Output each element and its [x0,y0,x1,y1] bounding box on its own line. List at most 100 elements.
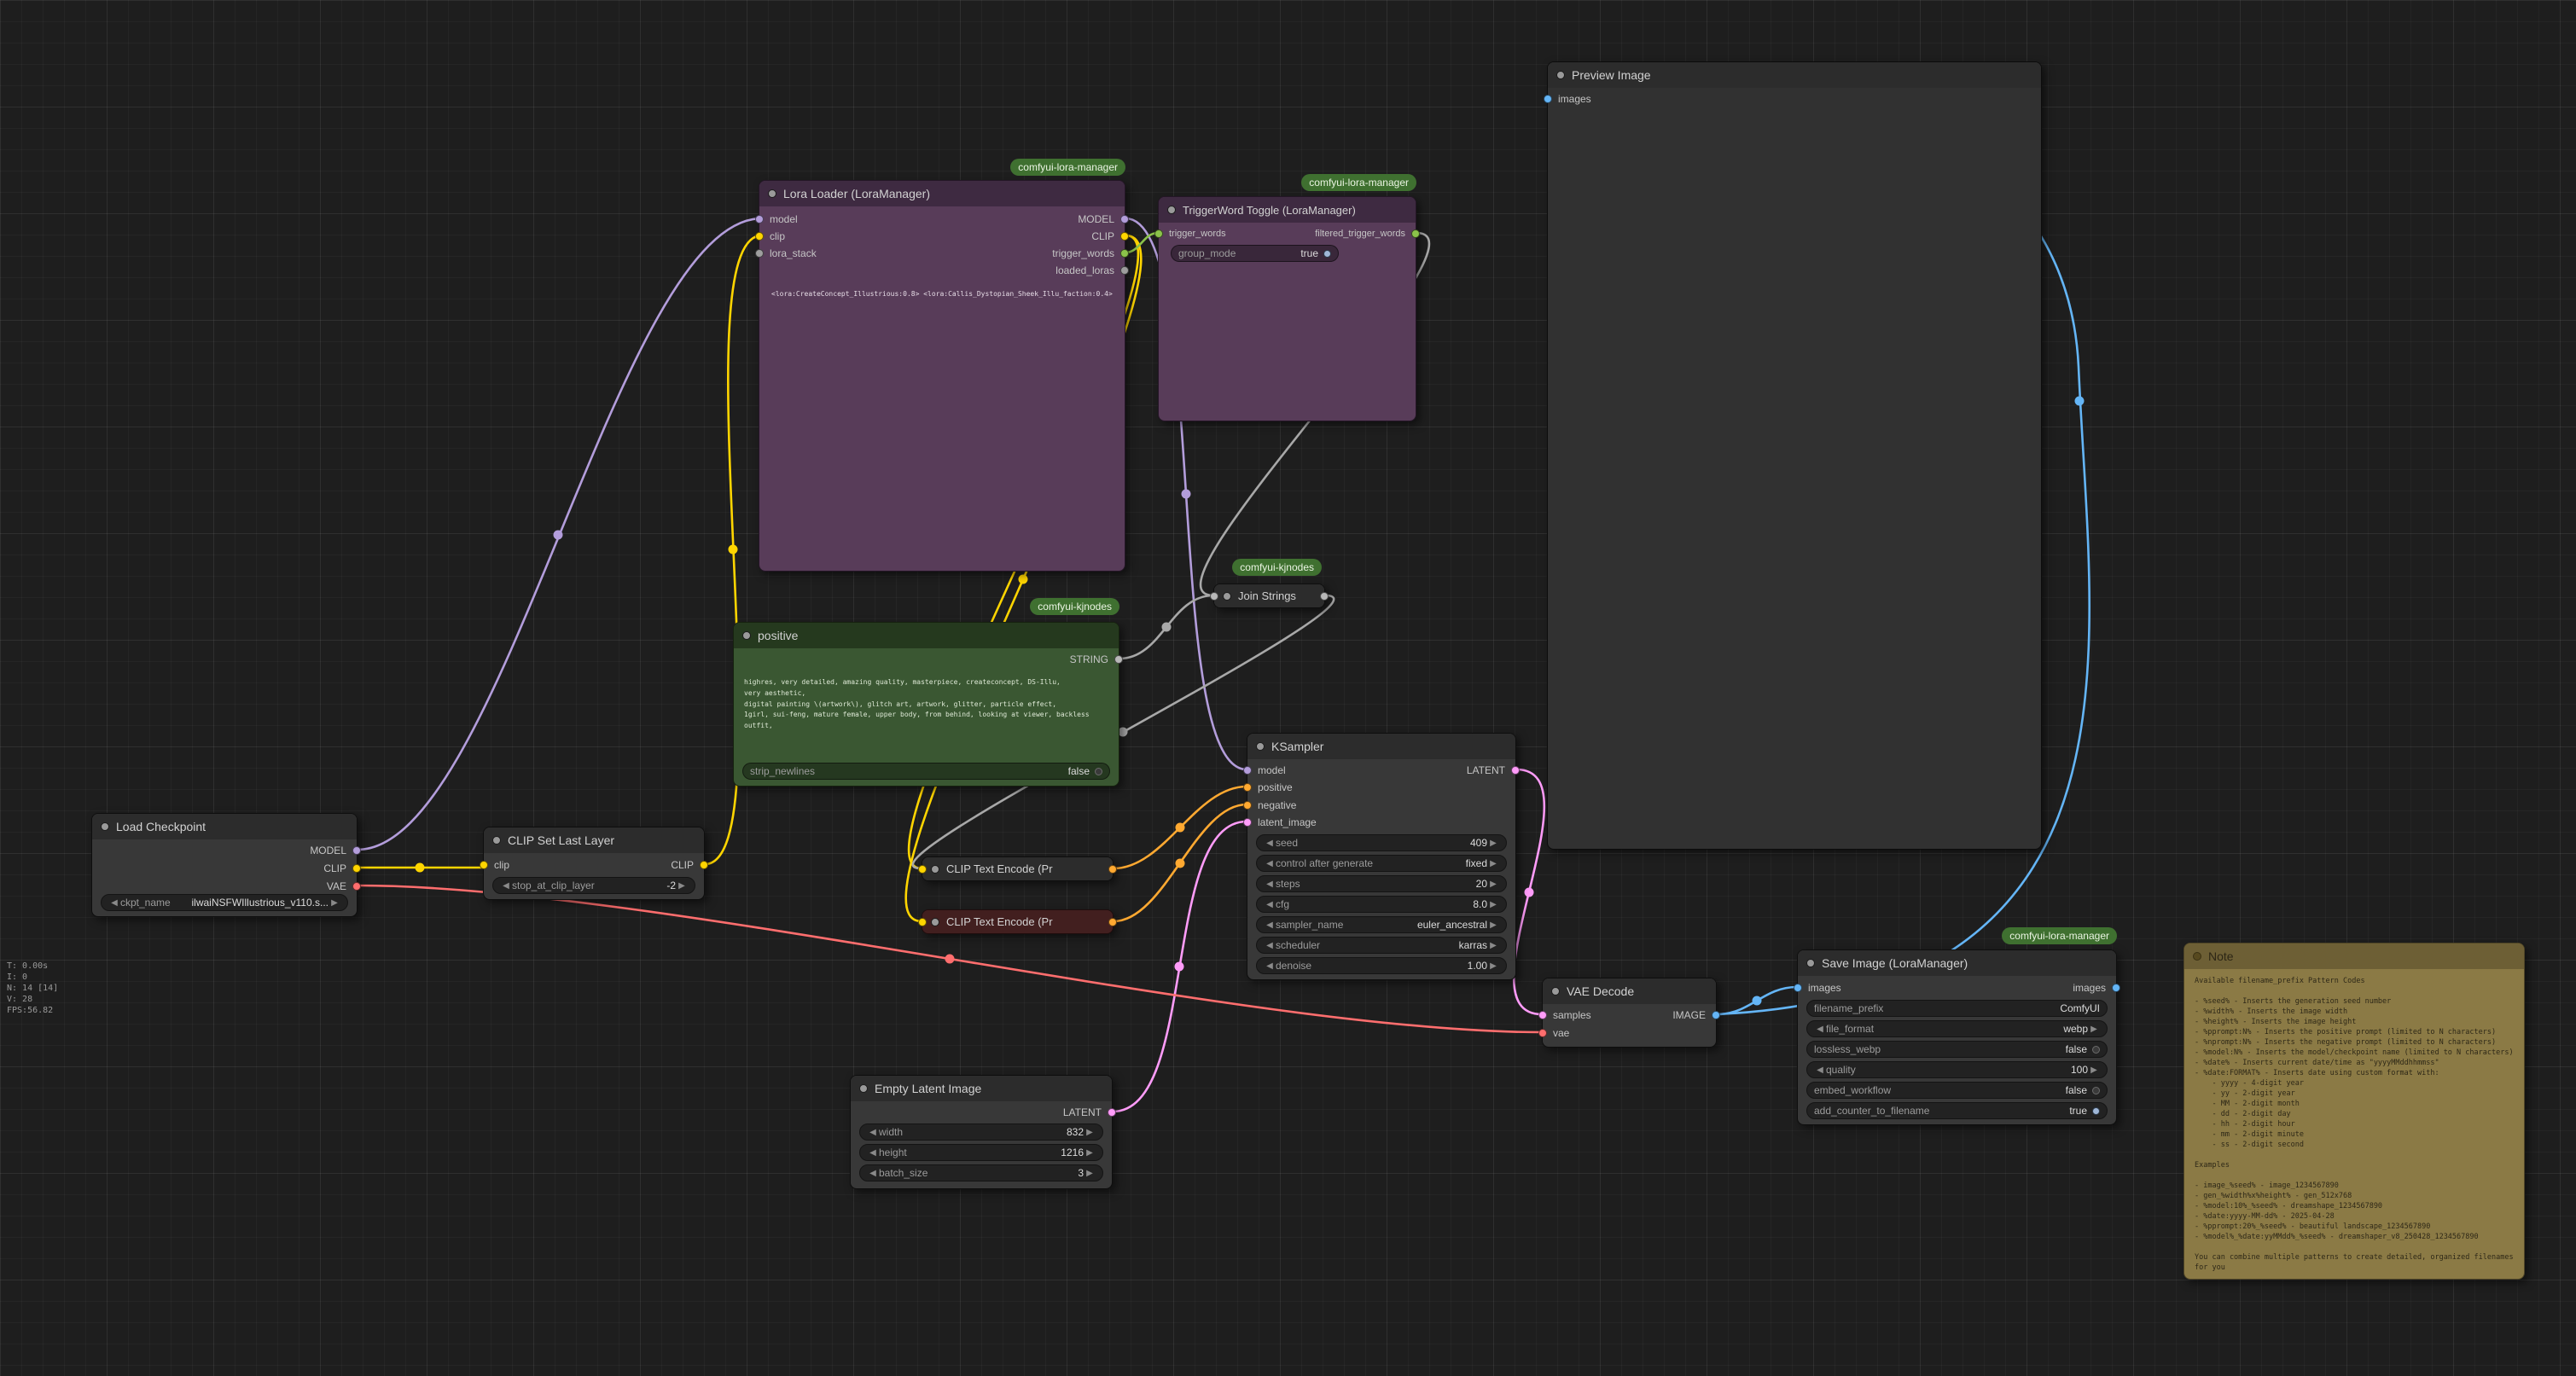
decrement-arrow-icon[interactable]: ◀ [867,1169,879,1178]
collapse-toggle-icon[interactable] [1167,206,1176,214]
decrement-arrow-icon[interactable]: ◀ [1264,961,1276,971]
file-format-widget[interactable]: ◀ file_format webp ▶ [1806,1020,2108,1037]
input-dot-strings[interactable] [1210,592,1218,601]
increment-arrow-icon[interactable]: ▶ [1487,859,1499,868]
collapse-toggle-icon[interactable] [859,1084,868,1093]
node-note[interactable]: Note Available filename_prefix Pattern C… [2183,943,2525,1280]
increment-arrow-icon[interactable]: ▶ [1487,900,1499,909]
embed-workflow-toggle-widget[interactable]: embed_workflow false [1806,1082,2108,1099]
output-dot-conditioning[interactable] [1108,918,1117,926]
toggle-icon[interactable] [1323,250,1331,258]
control-after-generate-widget[interactable]: ◀ control after generate fixed ▶ [1256,855,1507,872]
collapse-toggle-icon[interactable] [931,918,939,926]
input-dot-trigger-words[interactable] [1154,229,1163,238]
output-dot-string[interactable] [1320,592,1329,601]
node-titlebar[interactable]: Join Strings [1214,584,1324,607]
strip-newlines-toggle-widget[interactable]: strip_newlines false [742,763,1110,780]
stop-at-clip-layer-widget[interactable]: ◀ stop_at_clip_layer -2 ▶ [492,877,695,894]
output-dot-latent[interactable] [1511,766,1520,775]
ckpt-name-widget[interactable]: ◀ ckpt_name ilwaiNSFWIllustrious_v110.s.… [101,894,348,911]
increment-arrow-icon[interactable]: ▶ [2088,1065,2100,1075]
toggle-icon[interactable] [2092,1046,2100,1054]
increment-arrow-icon[interactable]: ▶ [676,881,688,891]
increment-arrow-icon[interactable]: ▶ [1084,1169,1096,1178]
height-widget[interactable]: ◀ height 1216 ▶ [859,1144,1103,1161]
toggle-icon[interactable] [2092,1107,2100,1115]
scheduler-widget[interactable]: ◀ scheduler karras ▶ [1256,937,1507,954]
increment-arrow-icon[interactable]: ▶ [329,898,340,908]
node-titlebar[interactable]: Empty Latent Image [851,1076,1112,1101]
input-dot-vae[interactable] [1538,1029,1547,1037]
seed-widget[interactable]: ◀ seed 409 ▶ [1256,834,1507,851]
decrement-arrow-icon[interactable]: ◀ [1264,859,1276,868]
input-dot-negative[interactable] [1243,801,1252,810]
output-dot-model[interactable] [352,846,361,855]
node-load-checkpoint[interactable]: Load Checkpoint MODEL CLIP VAE ◀ ckpt_na… [91,813,358,917]
output-dot-loaded-loras[interactable] [1120,266,1129,275]
collapse-toggle-icon[interactable] [742,631,751,640]
node-clip-text-encode-negative[interactable]: CLIP Text Encode (Pr [922,909,1114,934]
decrement-arrow-icon[interactable]: ◀ [867,1128,879,1137]
add-counter-toggle-widget[interactable]: add_counter_to_filename true [1806,1102,2108,1119]
node-clip-set-last-layer[interactable]: CLIP Set Last Layer clip CLIP ◀ stop_at_… [483,827,705,900]
node-positive-prompt[interactable]: positive STRING highres, very detailed, … [733,622,1119,787]
decrement-arrow-icon[interactable]: ◀ [867,1148,879,1158]
decrement-arrow-icon[interactable]: ◀ [1264,920,1276,930]
input-dot-clip[interactable] [918,865,927,874]
node-preview-image[interactable]: Preview Image images [1547,61,2042,850]
collapse-toggle-icon[interactable] [101,822,109,831]
node-titlebar[interactable]: CLIP Text Encode (Pr [922,857,1113,880]
node-titlebar[interactable]: VAE Decode [1543,978,1716,1004]
collapse-toggle-icon[interactable] [2193,952,2201,961]
input-dot-images[interactable] [1544,95,1552,103]
node-titlebar[interactable]: Preview Image [1548,62,2041,88]
toggle-icon[interactable] [1095,768,1102,775]
node-titlebar[interactable]: KSampler [1247,734,1515,759]
input-dot-positive[interactable] [1243,783,1252,792]
collapse-toggle-icon[interactable] [1223,592,1231,601]
node-titlebar[interactable]: Lora Loader (LoraManager) [759,181,1125,206]
increment-arrow-icon[interactable]: ▶ [1084,1148,1096,1158]
output-dot-image[interactable] [1712,1011,1720,1019]
output-dot-latent[interactable] [1108,1108,1116,1117]
output-dot-string[interactable] [1114,655,1123,664]
increment-arrow-icon[interactable]: ▶ [2088,1025,2100,1034]
decrement-arrow-icon[interactable]: ◀ [1264,880,1276,889]
output-dot-filtered-trigger-words[interactable] [1411,229,1420,238]
node-titlebar[interactable]: Load Checkpoint [92,814,357,839]
output-dot-clip[interactable] [352,864,361,873]
input-dot-latent-image[interactable] [1243,818,1252,827]
input-dot-model[interactable] [1243,766,1252,775]
toggle-icon[interactable] [2092,1087,2100,1094]
output-dot-images[interactable] [2112,984,2120,992]
collapse-toggle-icon[interactable] [931,865,939,874]
node-join-strings[interactable]: Join Strings [1213,583,1325,608]
input-dot-images[interactable] [1794,984,1802,992]
node-titlebar[interactable]: Save Image (LoraManager) [1798,950,2116,976]
cfg-widget[interactable]: ◀ cfg 8.0 ▶ [1256,896,1507,913]
group-mode-toggle-widget[interactable]: group_mode true [1171,245,1339,262]
decrement-arrow-icon[interactable]: ◀ [108,898,120,908]
quality-widget[interactable]: ◀ quality 100 ▶ [1806,1061,2108,1078]
node-empty-latent-image[interactable]: Empty Latent Image LATENT ◀ width 832 ▶ … [850,1075,1113,1189]
node-vae-decode[interactable]: VAE Decode samples vae IMAGE [1542,978,1717,1048]
prompt-text[interactable]: highres, very detailed, amazing quality,… [744,677,1108,740]
increment-arrow-icon[interactable]: ▶ [1084,1128,1096,1137]
output-dot-clip[interactable] [1120,232,1129,241]
increment-arrow-icon[interactable]: ▶ [1487,839,1499,848]
decrement-arrow-icon[interactable]: ◀ [1264,900,1276,909]
sampler-name-widget[interactable]: ◀ sampler_name euler_ancestral ▶ [1256,916,1507,933]
node-titlebar[interactable]: CLIP Text Encode (Pr [922,910,1113,933]
increment-arrow-icon[interactable]: ▶ [1487,920,1499,930]
decrement-arrow-icon[interactable]: ◀ [500,881,512,891]
decrement-arrow-icon[interactable]: ◀ [1814,1025,1826,1034]
node-titlebar[interactable]: CLIP Set Last Layer [484,827,704,853]
decrement-arrow-icon[interactable]: ◀ [1264,941,1276,950]
batch-size-widget[interactable]: ◀ batch_size 3 ▶ [859,1164,1103,1182]
lora-syntax-text[interactable]: <lora:CreateConcept_Illustrious:0.8> <lo… [771,290,1113,304]
node-titlebar[interactable]: TriggerWord Toggle (LoraManager) [1159,197,1416,223]
input-dot-model[interactable] [755,215,764,224]
input-dot-clip[interactable] [918,918,927,926]
collapse-toggle-icon[interactable] [1806,959,1815,967]
decrement-arrow-icon[interactable]: ◀ [1814,1065,1826,1075]
